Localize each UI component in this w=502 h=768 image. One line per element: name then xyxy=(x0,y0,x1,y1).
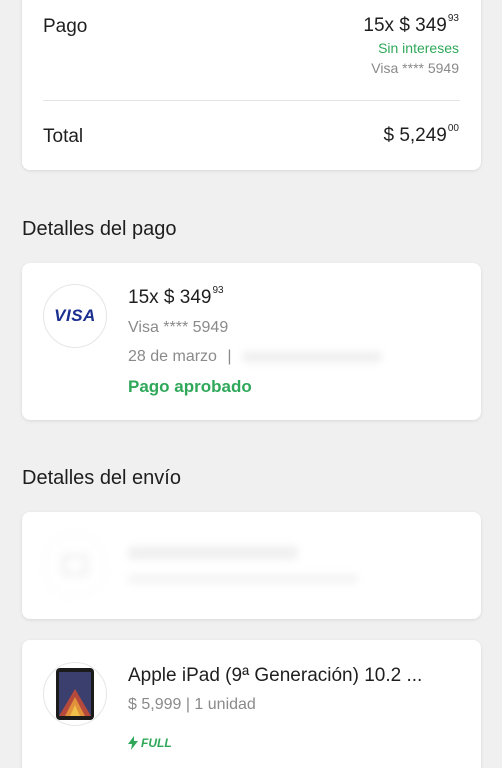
installments-amount: 15x $ 34993 xyxy=(363,13,459,37)
shipping-icon-circle xyxy=(43,533,107,597)
interest-note: Sin intereses xyxy=(378,40,459,56)
payment-installments-cents: 93 xyxy=(212,285,224,296)
ipad-icon xyxy=(56,668,94,720)
visa-logo-icon: VISA xyxy=(54,306,96,325)
package-icon xyxy=(63,555,87,575)
payment-summary-card: Pago 15x $ 34993 Sin intereses Visa ****… xyxy=(22,0,481,170)
redacted-shipping-line-2 xyxy=(128,574,358,584)
payment-card-mask: Visa **** 5949 xyxy=(128,319,229,336)
total-label: Total xyxy=(43,126,84,147)
card-mask: Visa **** 5949 xyxy=(371,60,459,76)
shipping-card[interactable] xyxy=(22,512,481,619)
payment-installments-main: 15x $ 349 xyxy=(128,287,212,308)
installments-main: 15x $ 349 xyxy=(363,15,447,36)
visa-logo-circle: VISA xyxy=(43,284,107,348)
shipping-details-title: Detalles del envío xyxy=(22,467,181,489)
pago-label: Pago xyxy=(43,16,88,37)
total-amount: $ 5,24900 xyxy=(383,123,459,147)
product-card[interactable]: Apple iPad (9ª Generación) 10.2 ... $ 5,… xyxy=(22,640,481,768)
total-main: $ 5,249 xyxy=(383,125,447,146)
payment-status: Pago aprobado xyxy=(128,377,252,396)
payment-installments: 15x $ 34993 xyxy=(128,285,224,309)
redacted-time xyxy=(242,351,382,362)
payment-date-separator: | xyxy=(227,348,232,365)
full-badge-label: FULL xyxy=(141,736,172,750)
product-title[interactable]: Apple iPad (9ª Generación) 10.2 ... xyxy=(128,665,422,687)
product-price-qty: $ 5,999 | 1 unidad xyxy=(128,696,256,713)
full-badge: FULL xyxy=(128,736,172,750)
divider xyxy=(43,100,460,101)
total-cents: 00 xyxy=(447,123,459,134)
installments-cents: 93 xyxy=(447,13,459,24)
payment-details-title: Detalles del pago xyxy=(22,218,177,240)
payment-date: 28 de marzo xyxy=(128,348,217,365)
product-thumbnail-circle xyxy=(43,662,107,726)
payment-detail-card[interactable]: VISA 15x $ 34993 Visa **** 5949 28 de ma… xyxy=(22,263,481,420)
payment-date-row: 28 de marzo | xyxy=(128,348,382,366)
lightning-icon xyxy=(128,736,138,750)
redacted-shipping-line-1 xyxy=(128,546,298,560)
